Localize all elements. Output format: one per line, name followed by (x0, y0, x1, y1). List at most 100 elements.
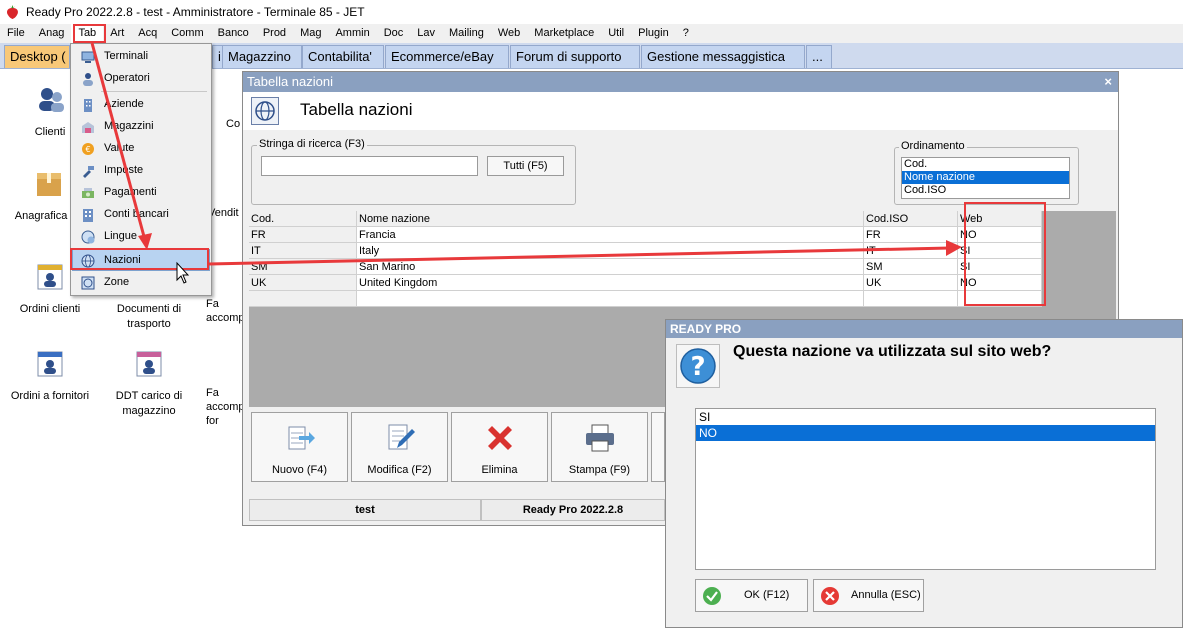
menu-mailing[interactable]: Mailing (442, 24, 491, 43)
menu-file[interactable]: File (0, 24, 32, 43)
modifica-button[interactable]: Modifica (F2) (351, 412, 448, 482)
tab-forum[interactable]: Forum di supporto (510, 45, 640, 68)
partial-icon-label: Fa accomp (206, 298, 245, 324)
menu-item-terminali[interactable]: Terminali (73, 46, 209, 67)
desktop-icon-ddt-carico[interactable]: DDT carico di magazzino (108, 349, 190, 419)
new-record-icon (288, 426, 315, 450)
tab-contabilita[interactable]: Contabilita' (302, 45, 384, 68)
cell-iso: SM (864, 259, 958, 275)
window-header: Tabella nazioni (243, 92, 1118, 130)
cell-nome: United Kingdom (357, 275, 864, 291)
choice-option-selected[interactable]: NO (696, 425, 1155, 441)
menu-help[interactable]: ? (676, 24, 696, 43)
delete-icon (487, 426, 512, 450)
tab-magazzino[interactable]: Magazzino (222, 45, 302, 68)
menu-item-conti-bancari[interactable]: Conti bancari (73, 204, 209, 225)
dialog-question: Questa nazione va utilizzata sul sito we… (733, 343, 1052, 360)
menu-art[interactable]: Art (103, 24, 131, 43)
partial-button[interactable] (651, 412, 665, 482)
icon-label: Ordini a fornitori (10, 390, 90, 402)
confirm-dialog: READY PRO ? Questa nazione va utilizzata… (665, 319, 1183, 628)
menu-item-valute[interactable]: € Valute (73, 138, 209, 159)
menu-item-pagamenti[interactable]: Pagamenti (73, 182, 209, 203)
menu-item-zone[interactable]: Zone (73, 272, 209, 293)
choice-option[interactable]: SI (696, 409, 1155, 425)
ordinamento-option[interactable]: Cod. (902, 158, 1069, 171)
menu-lav[interactable]: Lav (410, 24, 442, 43)
menu-ammin[interactable]: Ammin (328, 24, 376, 43)
partial-icon-label: Fa accomp for (206, 387, 245, 427)
ordinamento-label: Ordinamento (899, 140, 967, 152)
icon-label: DDT carico di magazzino (115, 390, 183, 417)
column-header[interactable]: Nome nazione (357, 211, 864, 227)
menu-comm[interactable]: Comm (164, 24, 210, 43)
ordinamento-option[interactable]: Cod.ISO (902, 184, 1069, 197)
menu-mag[interactable]: Mag (293, 24, 328, 43)
menu-item-operatori[interactable]: Operatori (73, 68, 209, 89)
ordinamento-option-selected[interactable]: Nome nazione (902, 171, 1069, 184)
tab-more[interactable]: ... (806, 45, 832, 68)
desktop-icon-ordini-fornitori[interactable]: Ordini a fornitori (4, 349, 96, 404)
close-icon[interactable]: × (1104, 72, 1112, 92)
cell-iso: FR (864, 227, 958, 243)
tab-ecommerce[interactable]: Ecommerce/eBay (385, 45, 509, 68)
strawberry-logo-icon (7, 5, 18, 19)
printer-icon (585, 424, 614, 452)
svg-text:€: € (85, 145, 90, 154)
cell-nome: San Marino (357, 259, 864, 275)
menu-acq[interactable]: Acq (131, 24, 164, 43)
question-icon: ? (676, 344, 720, 388)
supplier-order-icon (37, 351, 63, 377)
highlight-web-column (964, 202, 1046, 306)
button-label: Nuovo (F4) (271, 464, 328, 476)
menu-item-magazzini[interactable]: Magazzini (73, 116, 209, 137)
button-label: Modifica (F2) (367, 464, 432, 476)
language-icon (81, 230, 95, 244)
button-label: Stampa (F9) (568, 464, 631, 476)
menu-banco[interactable]: Banco (211, 24, 256, 43)
highlight-nazioni-item (70, 248, 209, 270)
status-user: test (249, 499, 481, 521)
menu-anag[interactable]: Anag (32, 24, 72, 43)
table-row[interactable]: SM San Marino SM SI (249, 259, 1042, 275)
tab-messaggistica[interactable]: Gestione messaggistica (641, 45, 805, 68)
nuovo-button[interactable]: Nuovo (F4) (251, 412, 348, 482)
menu-item-aziende[interactable]: Aziende (73, 94, 209, 115)
menu-item-imposte[interactable]: Imposte (73, 160, 209, 181)
search-input[interactable] (261, 156, 478, 176)
column-header[interactable]: Cod. (249, 211, 357, 227)
column-header[interactable]: Cod.ISO (864, 211, 958, 227)
ordinamento-list[interactable]: Cod. Nome nazione Cod.ISO (901, 157, 1070, 199)
tab-desktop[interactable]: Desktop ( (4, 45, 70, 68)
menu-util[interactable]: Util (601, 24, 631, 43)
title-bar: Ready Pro 2022.2.8 - test - Amministrato… (0, 0, 1183, 24)
cancel-button[interactable]: Annulla (ESC) (813, 579, 924, 612)
choice-list[interactable]: SI NO (695, 408, 1156, 570)
menu-item-lingue[interactable]: Lingue (73, 226, 209, 247)
cell-cod: UK (249, 275, 357, 291)
currency-icon: € (82, 143, 94, 155)
zone-icon (81, 276, 95, 290)
menu-web[interactable]: Web (491, 24, 527, 43)
window-title-bar: Tabella nazioni × (243, 72, 1118, 92)
menu-marketplace[interactable]: Marketplace (527, 24, 601, 43)
stampa-button[interactable]: Stampa (F9) (551, 412, 648, 482)
grid-header-row: Cod. Nome nazione Cod.ISO Web (249, 211, 1042, 227)
menu-doc[interactable]: Doc (377, 24, 411, 43)
icon-label: Documenti di trasporto (116, 303, 182, 330)
table-row-empty[interactable] (249, 291, 1042, 307)
ok-button[interactable]: OK (F12) (695, 579, 808, 612)
cell-iso: UK (864, 275, 958, 291)
table-row[interactable]: UK United Kingdom UK NO (249, 275, 1042, 291)
elimina-button[interactable]: Elimina (451, 412, 548, 482)
menu-plugin[interactable]: Plugin (631, 24, 676, 43)
table-row[interactable]: IT Italy IT SI (249, 243, 1042, 259)
button-label: Elimina (481, 464, 518, 476)
cell-iso: IT (864, 243, 958, 259)
cell-nome: Francia (357, 227, 864, 243)
menu-prod[interactable]: Prod (256, 24, 293, 43)
window-title: Ready Pro 2022.2.8 - test - Amministrato… (26, 5, 365, 19)
tutti-button[interactable]: Tutti (F5) (487, 156, 564, 176)
cell-cod: IT (249, 243, 357, 259)
table-row[interactable]: FR Francia FR NO (249, 227, 1042, 243)
